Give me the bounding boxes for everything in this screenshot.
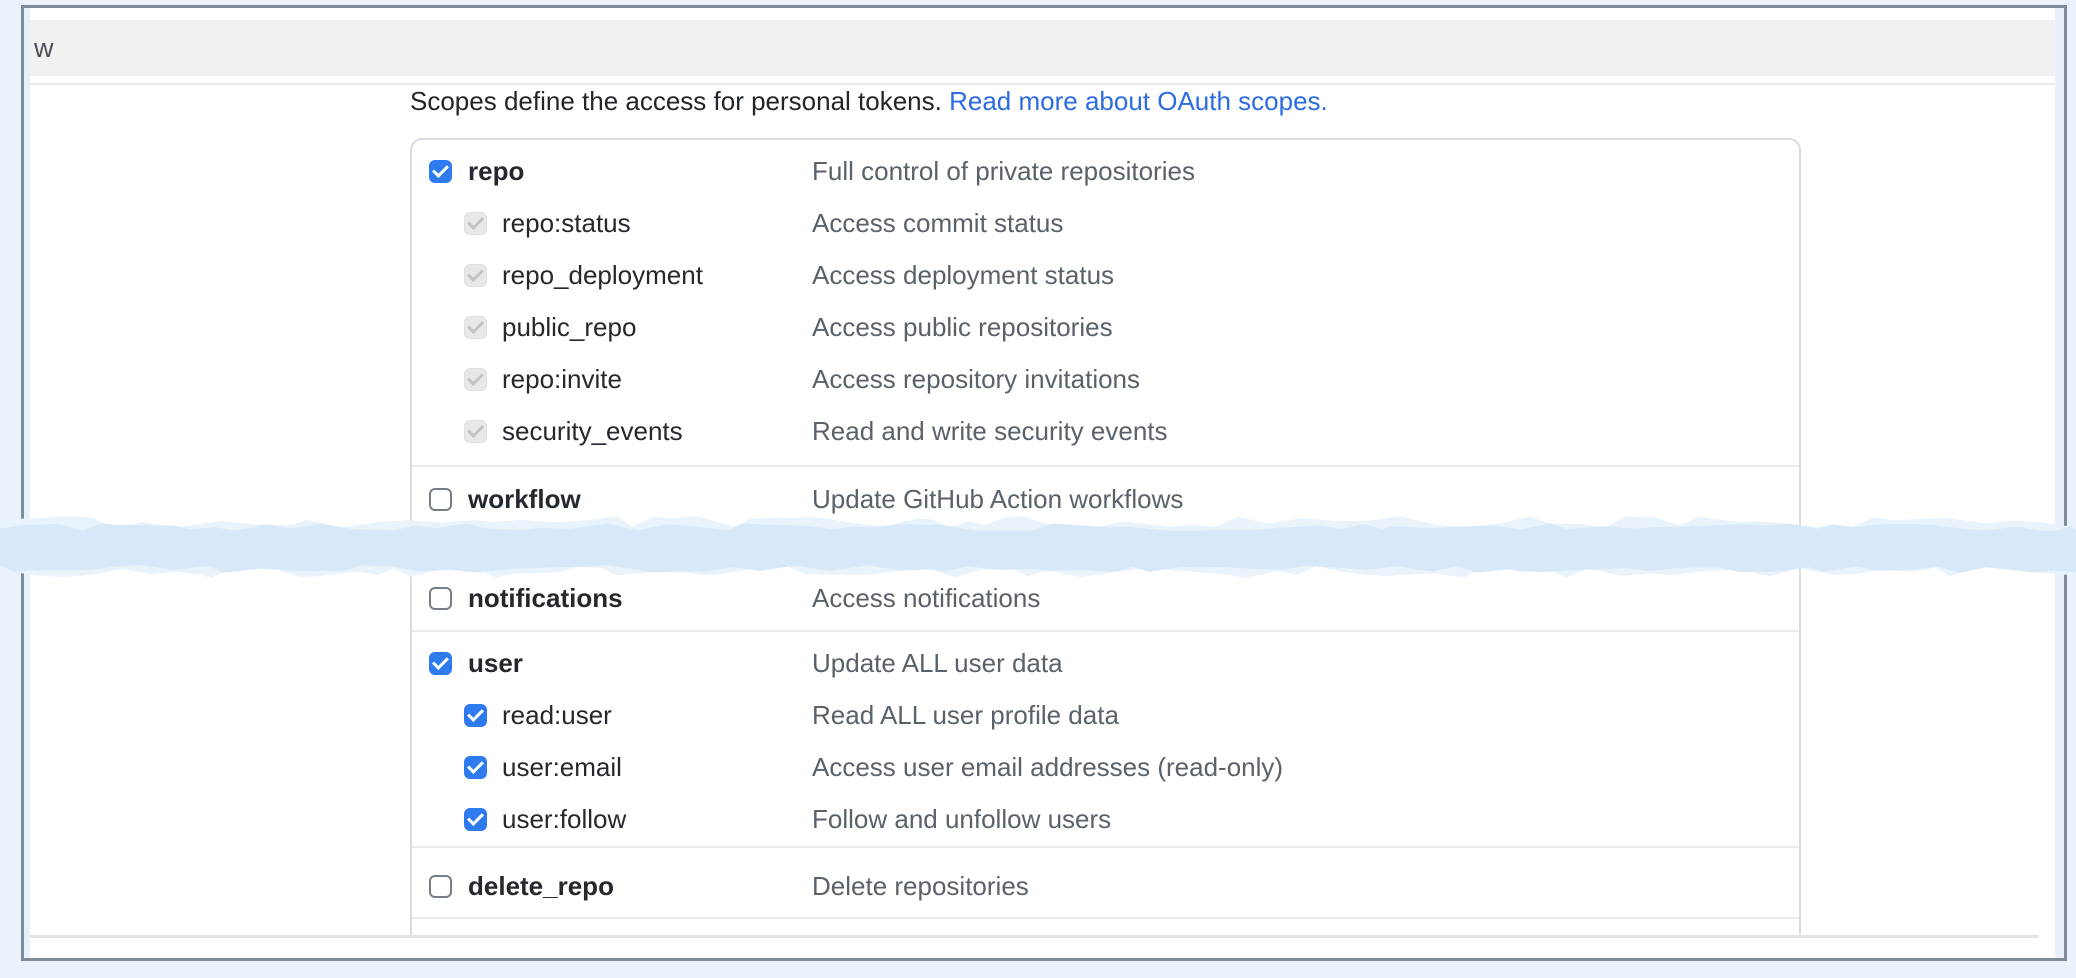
scope-row-repo:invite: repo:invite Access repository invitations <box>412 361 1799 397</box>
scope-row-user:email: user:email Access user email addresses (r… <box>412 749 1799 785</box>
scope-row-read:user: read:user Read ALL user profile data <box>412 697 1799 733</box>
checkbox-user:follow[interactable] <box>464 808 487 831</box>
checkbox-repo_deployment[interactable] <box>464 264 487 287</box>
checkbox-repo:status[interactable] <box>464 212 487 235</box>
cut-off-row-stub <box>412 919 1799 934</box>
browser-content-window: w Scopes define the access for personal … <box>21 5 2067 961</box>
scope-row-user: user Update ALL user data <box>412 645 1799 681</box>
scope-name-repo[interactable]: repo <box>468 156 524 187</box>
window-right-inset <box>2055 8 2064 958</box>
scope-group-repo: repo Full control of private repositories… <box>412 140 1799 465</box>
content-cut-divider <box>30 935 2039 938</box>
checkbox-delete_repo[interactable] <box>429 875 452 898</box>
torn-screenshot-band <box>0 510 2076 584</box>
scope-description: Access repository invitations <box>812 364 1140 395</box>
scope-name-notifications[interactable]: notifications <box>468 583 623 614</box>
scope-name-repo:invite[interactable]: repo:invite <box>502 364 622 395</box>
scope-row-notifications: notifications Access notifications <box>412 580 1799 616</box>
scope-name-read:user[interactable]: read:user <box>502 700 612 731</box>
checkbox-read:user[interactable] <box>464 704 487 727</box>
scope-description: Delete repositories <box>812 871 1029 902</box>
scope-group-notifications: notifications Access notifications <box>412 579 1799 630</box>
scope-description: Read ALL user profile data <box>812 700 1119 731</box>
window-left-inset <box>24 8 30 958</box>
scopes-intro-text: Scopes define the access for personal to… <box>410 84 1910 118</box>
scope-group-delete_repo: delete_repo Delete repositories <box>412 848 1799 917</box>
checkbox-workflow[interactable] <box>429 488 452 511</box>
scope-description: Access deployment status <box>812 260 1114 291</box>
scope-name-user:follow[interactable]: user:follow <box>502 804 626 835</box>
scope-description: Access user email addresses (read-only) <box>812 752 1283 783</box>
checkbox-user:email[interactable] <box>464 756 487 779</box>
checkbox-user[interactable] <box>429 652 452 675</box>
oauth-scopes-link[interactable]: Read more about OAuth scopes. <box>949 86 1328 116</box>
scope-name-security_events[interactable]: security_events <box>502 416 683 447</box>
screenshot-page: w Scopes define the access for personal … <box>0 0 2076 978</box>
scope-name-user:email[interactable]: user:email <box>502 752 622 783</box>
scope-row-user:follow: user:follow Follow and unfollow users <box>412 801 1799 837</box>
scope-row-security_events: security_events Read and write security e… <box>412 413 1799 449</box>
scope-row-public_repo: public_repo Access public repositories <box>412 309 1799 345</box>
checkbox-notifications[interactable] <box>429 587 452 610</box>
scope-row-delete_repo: delete_repo Delete repositories <box>412 868 1799 904</box>
scope-row-repo: repo Full control of private repositories <box>412 153 1799 189</box>
scope-description: Read and write security events <box>812 416 1168 447</box>
scope-name-delete_repo[interactable]: delete_repo <box>468 871 614 902</box>
scope-name-repo:status[interactable]: repo:status <box>502 208 631 239</box>
scope-description: Follow and unfollow users <box>812 804 1111 835</box>
scope-row-repo:status: repo:status Access commit status <box>412 205 1799 241</box>
intro-sentence: Scopes define the access for personal to… <box>410 86 942 116</box>
scope-description: Access commit status <box>812 208 1063 239</box>
checkbox-repo:invite[interactable] <box>464 368 487 391</box>
checkbox-security_events[interactable] <box>464 420 487 443</box>
editor-header-text: w <box>34 33 54 64</box>
scope-row-repo_deployment: repo_deployment Access deployment status <box>412 257 1799 293</box>
scope-description: Access notifications <box>812 583 1040 614</box>
scope-name-public_repo[interactable]: public_repo <box>502 312 636 343</box>
checkbox-public_repo[interactable] <box>464 316 487 339</box>
checkbox-repo[interactable] <box>429 160 452 183</box>
scope-name-user[interactable]: user <box>468 648 523 679</box>
editor-header-bar: w <box>30 20 2055 76</box>
scope-description: Full control of private repositories <box>812 156 1195 187</box>
scope-name-repo_deployment[interactable]: repo_deployment <box>502 260 703 291</box>
scope-description: Update ALL user data <box>812 648 1063 679</box>
scope-description: Access public repositories <box>812 312 1113 343</box>
scope-group-user: user Update ALL user data read:user Read AL… <box>412 632 1799 846</box>
